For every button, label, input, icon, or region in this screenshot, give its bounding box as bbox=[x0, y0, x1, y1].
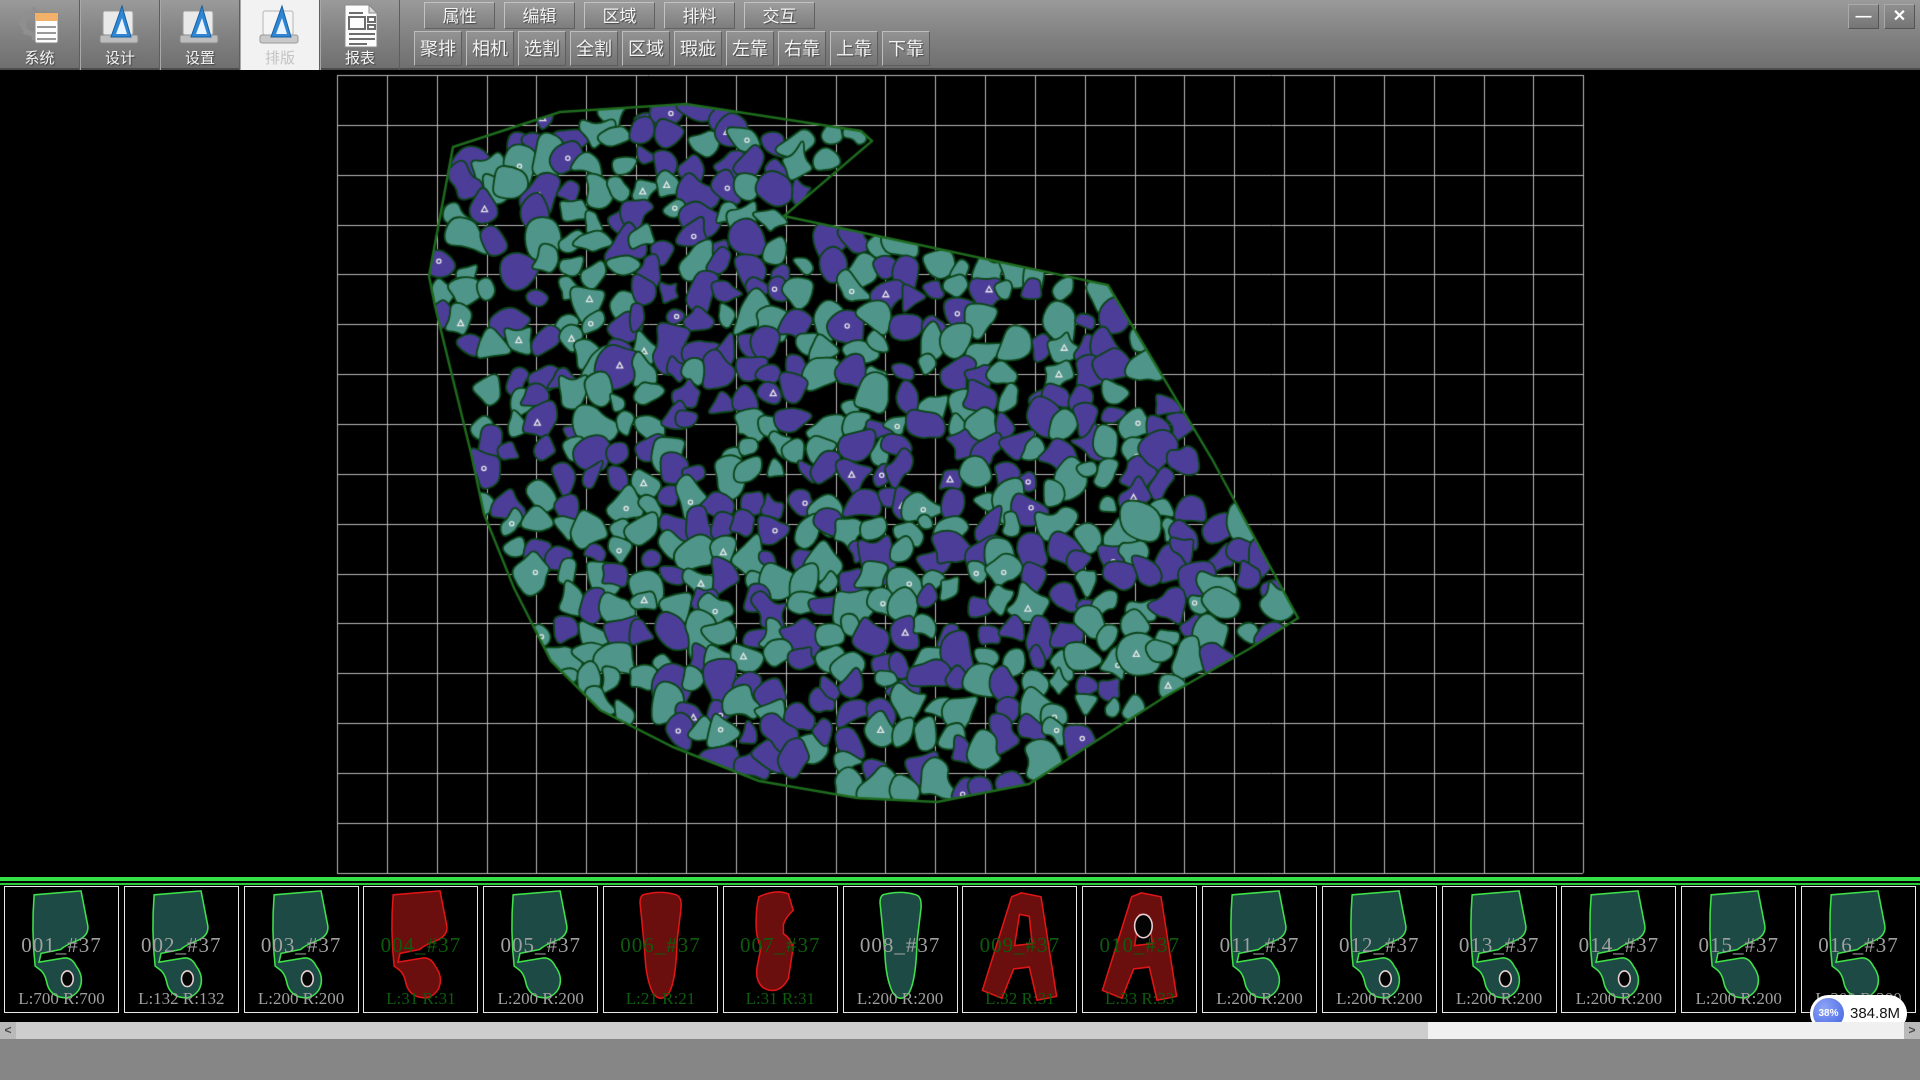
piece-quantity: L:200 R:200 bbox=[1682, 989, 1795, 1009]
minimize-icon: — bbox=[1856, 8, 1872, 25]
piece-name: 008_#37 bbox=[844, 933, 957, 958]
settings-setsquare-icon bbox=[177, 3, 223, 49]
strip-separator-line bbox=[0, 877, 1920, 881]
piece-quantity: L:31 R:31 bbox=[364, 989, 477, 1009]
piece-thumbnail-002_#37[interactable]: 002_#37 L:132 R:132 bbox=[124, 886, 239, 1013]
close-button[interactable]: ✕ bbox=[1884, 4, 1915, 29]
close-icon: ✕ bbox=[1893, 8, 1906, 25]
top-toolbar: 系统 设计 bbox=[0, 0, 1920, 70]
piece-quantity: L:200 R:200 bbox=[1203, 989, 1316, 1009]
piece-quantity: L:21 R:21 bbox=[604, 989, 717, 1009]
design-button[interactable]: 设计 bbox=[80, 0, 160, 70]
piece-thumbnail-006_#37[interactable]: 006_#37 L:21 R:21 bbox=[603, 886, 718, 1013]
piece-quantity: L:33 R:33 bbox=[1083, 989, 1196, 1009]
piece-thumbnail-014_#37[interactable]: 014_#37 L:200 R:200 bbox=[1561, 886, 1676, 1013]
system-gear-icon bbox=[17, 3, 63, 49]
layout-button[interactable]: 排版 bbox=[240, 0, 320, 70]
report-button-label: 报表 bbox=[321, 47, 399, 68]
piece-quantity: L:32 R:31 bbox=[963, 989, 1076, 1009]
piece-quantity: L:132 R:132 bbox=[125, 989, 238, 1009]
piece-quantity: L:200 R:200 bbox=[1443, 989, 1556, 1009]
menu-tab-2[interactable]: 区域 bbox=[584, 2, 655, 29]
piece-quantity: L:200 R:200 bbox=[484, 989, 597, 1009]
main-button-bar: 系统 设计 bbox=[0, 0, 400, 70]
action-button-0[interactable]: 聚排 bbox=[414, 31, 462, 66]
piece-quantity: L:200 R:200 bbox=[844, 989, 957, 1009]
piece-name: 009_#37 bbox=[963, 933, 1076, 958]
action-button-4[interactable]: 区域 bbox=[622, 31, 670, 66]
minimize-button[interactable]: — bbox=[1848, 4, 1879, 29]
piece-name: 001_#37 bbox=[5, 933, 118, 958]
piece-thumbnail-013_#37[interactable]: 013_#37 L:200 R:200 bbox=[1442, 886, 1557, 1013]
window-controls: — ✕ bbox=[1848, 4, 1915, 29]
piece-name: 013_#37 bbox=[1443, 933, 1556, 958]
nesting-canvas[interactable] bbox=[0, 70, 1920, 877]
piece-thumbnail-007_#37[interactable]: 007_#37 L:31 R:31 bbox=[723, 886, 838, 1013]
piece-thumbnail-016_#37[interactable]: 016_#37 L:200 R:200 bbox=[1801, 886, 1916, 1013]
action-button-bar: 聚排 相机 选割 全割 区域 瑕疵 左靠 右靠 上靠 下靠 bbox=[414, 31, 930, 66]
piece-thumbnail-009_#37[interactable]: 009_#37 L:32 R:31 bbox=[962, 886, 1077, 1013]
action-button-7[interactable]: 右靠 bbox=[778, 31, 826, 66]
piece-name: 016_#37 bbox=[1802, 933, 1915, 958]
action-button-2[interactable]: 选割 bbox=[518, 31, 566, 66]
piece-name: 012_#37 bbox=[1323, 933, 1436, 958]
system-button[interactable]: 系统 bbox=[0, 0, 80, 70]
piece-thumbnail-012_#37[interactable]: 012_#37 L:200 R:200 bbox=[1322, 886, 1437, 1013]
settings-button[interactable]: 设置 bbox=[160, 0, 240, 70]
settings-button-label: 设置 bbox=[161, 47, 239, 68]
menu-tab-1[interactable]: 编辑 bbox=[504, 2, 575, 29]
strip-separator-line-2 bbox=[0, 883, 1920, 885]
piece-name: 014_#37 bbox=[1562, 933, 1675, 958]
scroll-right-button[interactable]: > bbox=[1904, 1022, 1920, 1039]
horizontal-scrollbar: < > bbox=[0, 1022, 1920, 1039]
scroll-left-icon: < bbox=[4, 1023, 11, 1037]
piece-name: 005_#37 bbox=[484, 933, 597, 958]
layout-button-label: 排版 bbox=[241, 47, 319, 68]
piece-quantity: L:200 R:200 bbox=[1323, 989, 1436, 1009]
report-document-icon bbox=[337, 3, 383, 49]
menu-tab-3[interactable]: 排料 bbox=[664, 2, 735, 29]
bottom-status-area bbox=[0, 1039, 1920, 1080]
piece-name: 010_#37 bbox=[1083, 933, 1196, 958]
piece-thumbnail-strip: 001_#37 L:700 R:700 002_#37 L:132 R:132 … bbox=[0, 877, 1920, 1022]
piece-thumbnail-011_#37[interactable]: 011_#37 L:200 R:200 bbox=[1202, 886, 1317, 1013]
piece-quantity: L:200 R:200 bbox=[245, 989, 358, 1009]
piece-name: 003_#37 bbox=[245, 933, 358, 958]
piece-quantity: L:31 R:31 bbox=[724, 989, 837, 1009]
action-button-9[interactable]: 下靠 bbox=[882, 31, 930, 66]
action-button-5[interactable]: 瑕疵 bbox=[674, 31, 722, 66]
piece-name: 011_#37 bbox=[1203, 933, 1316, 958]
piece-thumbnail-004_#37[interactable]: 004_#37 L:31 R:31 bbox=[363, 886, 478, 1013]
menu-tab-bar: 属性 编辑 区域 排料 交互 bbox=[424, 2, 815, 29]
action-button-1[interactable]: 相机 bbox=[466, 31, 514, 66]
scroll-right-icon: > bbox=[1908, 1023, 1915, 1037]
scrollbar-thumb[interactable] bbox=[16, 1022, 1428, 1039]
design-button-label: 设计 bbox=[81, 47, 159, 68]
report-button[interactable]: 报表 bbox=[320, 0, 400, 70]
piece-name: 004_#37 bbox=[364, 933, 477, 958]
piece-name: 006_#37 bbox=[604, 933, 717, 958]
layout-setsquare-icon bbox=[257, 3, 303, 49]
piece-thumbnail-005_#37[interactable]: 005_#37 L:200 R:200 bbox=[483, 886, 598, 1013]
action-button-6[interactable]: 左靠 bbox=[726, 31, 774, 66]
application-window: 系统 设计 bbox=[0, 0, 1920, 1080]
piece-thumbnail-003_#37[interactable]: 003_#37 L:200 R:200 bbox=[244, 886, 359, 1013]
piece-name: 002_#37 bbox=[125, 933, 238, 958]
piece-thumbnail-001_#37[interactable]: 001_#37 L:700 R:700 bbox=[4, 886, 119, 1013]
piece-quantity: L:700 R:700 bbox=[5, 989, 118, 1009]
piece-thumbnail-008_#37[interactable]: 008_#37 L:200 R:200 bbox=[843, 886, 958, 1013]
system-button-label: 系统 bbox=[0, 47, 79, 68]
menu-tab-4[interactable]: 交互 bbox=[744, 2, 815, 29]
piece-quantity: L:200 R:200 bbox=[1562, 989, 1675, 1009]
action-button-3[interactable]: 全割 bbox=[570, 31, 618, 66]
design-setsquare-icon bbox=[97, 3, 143, 49]
piece-name: 007_#37 bbox=[724, 933, 837, 958]
piece-name: 015_#37 bbox=[1682, 933, 1795, 958]
menu-tab-0[interactable]: 属性 bbox=[424, 2, 495, 29]
piece-thumbnail-015_#37[interactable]: 015_#37 L:200 R:200 bbox=[1681, 886, 1796, 1013]
piece-thumbnail-010_#37[interactable]: 010_#37 L:33 R:33 bbox=[1082, 886, 1197, 1013]
scroll-left-button[interactable]: < bbox=[0, 1022, 16, 1039]
action-button-8[interactable]: 上靠 bbox=[830, 31, 878, 66]
